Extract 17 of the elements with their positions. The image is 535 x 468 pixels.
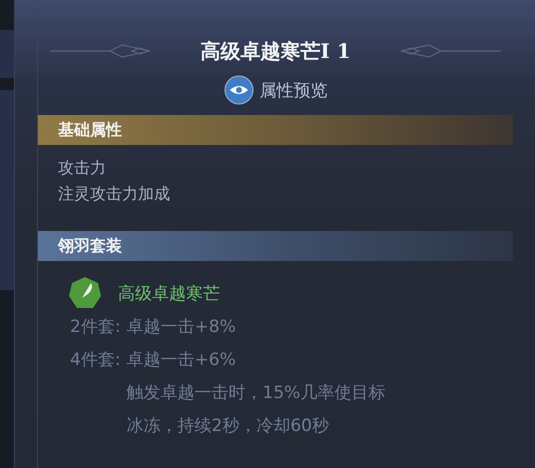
item-title: 高级卓越寒芒I 1 [200, 38, 351, 64]
section-title: 翎羽套装 [58, 236, 122, 256]
side-tab[interactable] [0, 30, 14, 78]
set-bonus-text: 卓越一击+6% [126, 349, 237, 372]
set-bonus-label: 4件套: [70, 349, 121, 372]
section-title: 基础属性 [58, 120, 122, 140]
set-name: 高级卓越寒芒 [118, 282, 220, 304]
eye-icon[interactable] [224, 75, 254, 105]
preview-link[interactable]: 属性预览 [260, 78, 328, 102]
attribute-text: 攻击力 [57, 157, 107, 179]
set-bonus-text: 触发卓越一击时，15%几率使目标 [126, 382, 386, 405]
set-bonus-text: 卓越一击+8% [126, 316, 236, 339]
feather-icon [68, 276, 102, 310]
side-tab[interactable] [0, 90, 14, 290]
attribute-text: 注灵攻击力加成 [57, 183, 171, 205]
set-bonus-text: 冰冻，持续2秒，冷却60秒 [126, 415, 330, 438]
set-bonus-label: 2件套: [70, 316, 121, 339]
